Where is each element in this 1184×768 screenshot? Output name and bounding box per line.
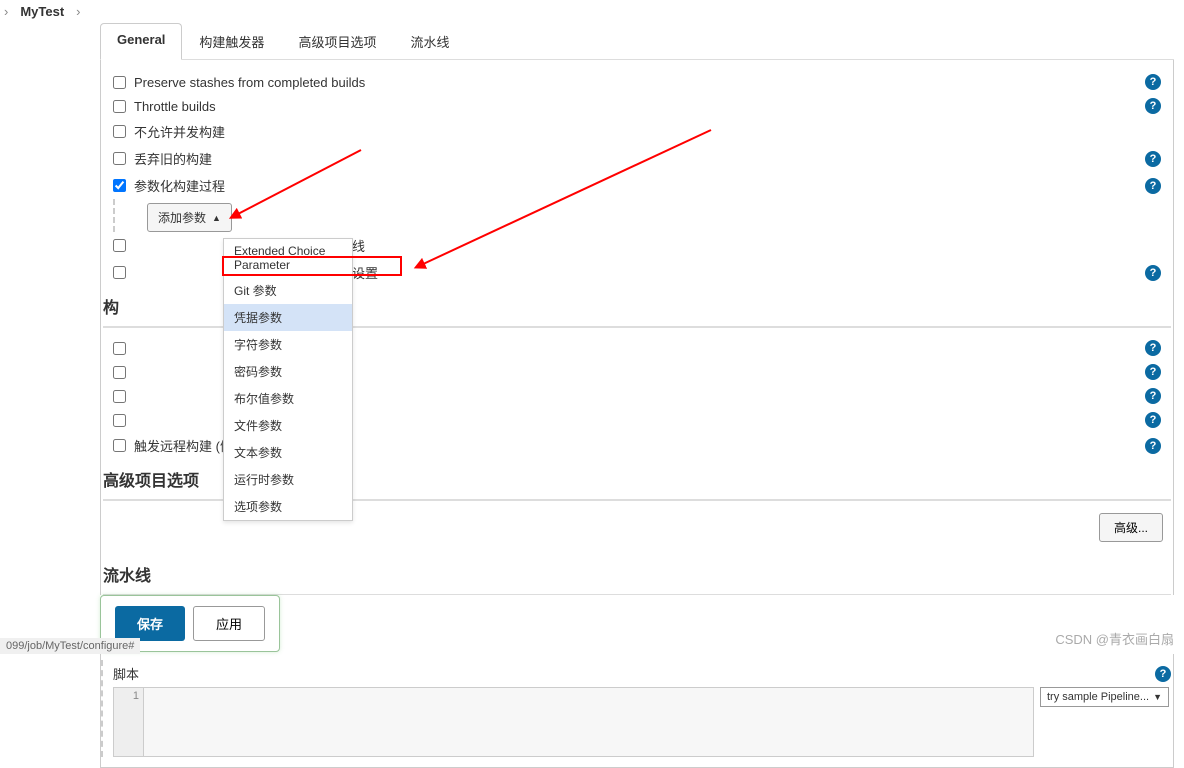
tab-build-triggers[interactable]: 构建触发器: [182, 23, 281, 59]
dropdown-item-git-param[interactable]: Git 参数: [224, 277, 352, 304]
checkbox-parameterized[interactable]: [113, 179, 126, 192]
watermark: CSDN @青衣画白扇: [1055, 629, 1174, 648]
caret-up-icon: ▲: [212, 213, 221, 223]
config-section: Preserve stashes from completed builds ?…: [100, 60, 1174, 768]
option-label: Preserve stashes from completed builds: [134, 75, 1145, 90]
dropdown-item-string[interactable]: 字符参数: [224, 331, 352, 358]
breadcrumb: › MyTest ›: [0, 0, 1184, 23]
help-icon[interactable]: ?: [1145, 98, 1161, 114]
add-parameter-label: 添加参数: [158, 209, 206, 226]
help-icon[interactable]: ?: [1145, 340, 1161, 356]
help-icon[interactable]: ?: [1145, 265, 1161, 281]
checkbox[interactable]: [113, 366, 126, 379]
dropdown-item-choice[interactable]: 选项参数: [224, 493, 352, 520]
add-parameter-button[interactable]: 添加参数 ▲: [147, 203, 232, 232]
checkbox-no-concurrent[interactable]: [113, 125, 126, 138]
sample-label: try sample Pipeline...: [1047, 691, 1149, 703]
checkbox-restart-disable[interactable]: [113, 266, 126, 279]
help-icon[interactable]: ?: [1145, 151, 1161, 167]
sample-pipeline-select[interactable]: try sample Pipeline... ▼: [1040, 687, 1169, 707]
help-icon[interactable]: ?: [1145, 388, 1161, 404]
dropdown-item-extended-choice[interactable]: Extended Choice Parameter: [224, 239, 352, 277]
chevron-right-icon: ›: [76, 4, 80, 19]
checkbox-remote-trigger[interactable]: [113, 439, 126, 452]
help-icon[interactable]: ?: [1155, 666, 1171, 682]
checkbox-preserve-stashes[interactable]: [113, 76, 126, 89]
help-icon[interactable]: ?: [1145, 412, 1161, 428]
checkbox-throttle-builds[interactable]: [113, 100, 126, 113]
save-button[interactable]: 保存: [115, 606, 185, 641]
help-icon[interactable]: ?: [1145, 364, 1161, 380]
footer-bar: 保存 应用: [100, 595, 1174, 654]
script-label: 脚本: [113, 664, 139, 683]
checkbox[interactable]: [113, 390, 126, 403]
checkbox-discard-old[interactable]: [113, 152, 126, 165]
dropdown-item-credentials[interactable]: 凭据参数: [224, 304, 352, 331]
caret-down-icon: ▼: [1153, 692, 1162, 702]
checkbox[interactable]: [113, 414, 126, 427]
tab-general[interactable]: General: [100, 23, 182, 60]
apply-button[interactable]: 应用: [193, 606, 265, 641]
help-icon[interactable]: ?: [1145, 178, 1161, 194]
option-label: 不允许并发构建: [134, 122, 1161, 141]
help-icon[interactable]: ?: [1145, 438, 1161, 454]
dropdown-item-password[interactable]: 密码参数: [224, 358, 352, 385]
breadcrumb-item[interactable]: MyTest: [20, 4, 64, 19]
option-label: 参数化构建过程: [134, 176, 1145, 195]
parameterized-sub: 添加参数 ▲: [113, 199, 1171, 232]
dropdown-item-text[interactable]: 文本参数: [224, 439, 352, 466]
script-editor[interactable]: 1: [113, 687, 1034, 757]
add-parameter-dropdown: Extended Choice Parameter Git 参数 凭据参数 字符…: [223, 238, 353, 521]
checkbox[interactable]: [113, 342, 126, 355]
script-section: 脚本 ? 1 try sample Pipeline... ▼: [101, 660, 1171, 757]
checkbox-close-pipeline[interactable]: [113, 239, 126, 252]
status-url: 099/job/MyTest/configure#: [0, 638, 140, 654]
config-tabs: General 构建触发器 高级项目选项 流水线: [100, 23, 1174, 60]
line-number: 1: [118, 690, 139, 702]
advanced-button[interactable]: 高级...: [1099, 513, 1163, 542]
chevron-right-icon: ›: [4, 4, 8, 19]
option-label: Throttle builds: [134, 99, 1145, 114]
dropdown-item-boolean[interactable]: 布尔值参数: [224, 385, 352, 412]
line-gutter: 1: [114, 688, 144, 756]
tab-pipeline[interactable]: 流水线: [393, 23, 466, 59]
tab-advanced-options[interactable]: 高级项目选项: [281, 23, 393, 59]
option-label: 丢弃旧的构建: [134, 149, 1145, 168]
dropdown-item-file[interactable]: 文件参数: [224, 412, 352, 439]
dropdown-item-runtime[interactable]: 运行时参数: [224, 466, 352, 493]
help-icon[interactable]: ?: [1145, 74, 1161, 90]
pipeline-header: 流水线: [103, 554, 1171, 596]
